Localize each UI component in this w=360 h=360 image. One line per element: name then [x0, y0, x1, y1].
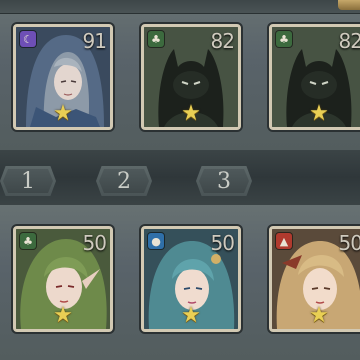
- star-rating-icon: ★: [53, 101, 73, 126]
- hero-level: 91: [82, 29, 107, 53]
- water-drop-icon: ●: [148, 233, 164, 249]
- hero-level: 50: [210, 231, 235, 255]
- hero-card[interactable]: ☾ 91 ★: [13, 24, 113, 130]
- hero-level: 82: [210, 29, 235, 53]
- star-rating-icon: ★: [181, 101, 201, 126]
- hero-card[interactable]: ▲ 50 ★: [269, 226, 360, 332]
- top-rail: [0, 0, 360, 14]
- star-rating-icon: ★: [181, 303, 201, 328]
- star-rating-icon: ★: [53, 303, 73, 328]
- team-tab-1[interactable]: 1: [0, 166, 56, 196]
- tab-label: 2: [117, 168, 131, 194]
- star-rating-icon: ★: [309, 303, 329, 328]
- hero-card[interactable]: ♣ 82 ★: [269, 24, 360, 130]
- star-rating-icon: ★: [309, 101, 329, 126]
- leaf-icon: ♣: [148, 31, 164, 47]
- hero-level: 50: [82, 231, 107, 255]
- hero-card[interactable]: ♣ 50 ★: [13, 226, 113, 332]
- hero-level: 50: [338, 231, 360, 255]
- hero-card[interactable]: ● 50 ★: [141, 226, 241, 332]
- leaf-icon: ♣: [276, 31, 292, 47]
- hero-card[interactable]: ♣ 82 ★: [141, 24, 241, 130]
- tab-label: 3: [217, 168, 231, 194]
- corner-ornament: [338, 0, 360, 10]
- tab-plate: 2: [99, 169, 149, 193]
- tab-plate: 1: [3, 169, 53, 193]
- tab-label: 1: [21, 168, 35, 194]
- team-tab-2[interactable]: 2: [96, 166, 152, 196]
- moon-icon: ☾: [20, 31, 36, 47]
- fire-icon: ▲: [276, 233, 292, 249]
- team-tab-3[interactable]: 3: [196, 166, 252, 196]
- hero-level: 82: [338, 29, 360, 53]
- leaf-icon: ♣: [20, 233, 36, 249]
- tab-plate: 3: [199, 169, 249, 193]
